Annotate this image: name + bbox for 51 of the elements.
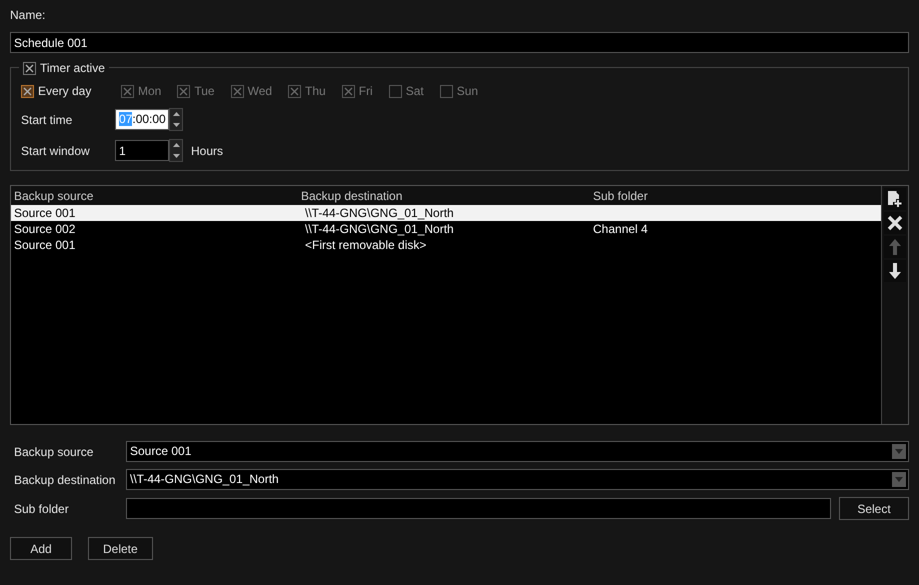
table-cell-text: \\T-44-GNG\GNG_01_North: [304, 221, 455, 238]
table-cell-text: \\T-44-GNG\GNG_01_North: [304, 205, 455, 222]
down-arrow-icon: [889, 263, 901, 279]
checkbox[interactable]: [23, 62, 36, 74]
action-button[interactable]: Add: [10, 537, 72, 560]
field-label: Start window: [21, 142, 91, 160]
checkbox-label: Sat: [406, 83, 424, 100]
add-file-icon: [887, 190, 903, 208]
table-cell-text: <First removable disk>: [304, 237, 428, 254]
table-row[interactable]: Source 001 \\T-44-GNG\GNG_01_North: [11, 205, 881, 221]
number-field[interactable]: 1: [115, 140, 169, 161]
checkbox-label: Fri: [358, 83, 373, 100]
name-label: Name:: [10, 7, 46, 24]
select-button[interactable]: Select: [839, 497, 909, 520]
add-file-button[interactable]: [884, 188, 906, 210]
table-row[interactable]: Source 001 <First removable disk>: [11, 237, 881, 253]
checkbox-label: Every day: [38, 83, 92, 100]
action-button[interactable]: Delete: [88, 537, 153, 560]
column-header: Sub folder: [592, 188, 649, 204]
down-arrow-button[interactable]: [884, 260, 906, 282]
spin-buttons[interactable]: [169, 108, 183, 131]
dropdown-field[interactable]: \\T-44-GNG\GNG_01_North: [126, 469, 909, 490]
field-label: Backup destination: [13, 472, 116, 488]
spin-buttons[interactable]: [169, 139, 183, 162]
checkbox-label: Tue: [194, 83, 215, 100]
field-label: Start time: [21, 112, 74, 128]
table-cell-text: Source 002: [13, 221, 76, 238]
delete-icon: [887, 215, 903, 231]
delete-button[interactable]: [884, 212, 906, 234]
table-row[interactable]: Source 002 \\T-44-GNG\GNG_01_North Channel 4: [11, 221, 881, 237]
time-field[interactable]: 07:00:00: [115, 109, 169, 130]
checkbox-label: Wed: [248, 83, 272, 100]
name-field[interactable]: Schedule 001: [10, 32, 909, 53]
table-cell-text: Channel 4: [592, 221, 649, 238]
caret-icon: [895, 449, 903, 454]
table-cell-text: Source 001: [13, 237, 76, 254]
dropdown-field[interactable]: Source 001: [126, 441, 909, 462]
checkbox[interactable]: [21, 84, 34, 98]
checkbox-label: Thu: [305, 83, 326, 100]
field-label: Sub folder: [13, 500, 70, 518]
checkbox-label: Sun: [456, 83, 478, 100]
text-field[interactable]: [126, 498, 831, 519]
checkbox-label: Mon: [138, 83, 162, 100]
table-cell-text: Source 001: [13, 205, 76, 222]
unit-label: Hours: [191, 142, 224, 160]
column-header: Backup destination: [301, 188, 404, 204]
caret-icon: [895, 477, 903, 482]
up-arrow-icon: [889, 239, 901, 255]
field-label: Backup source: [13, 444, 94, 460]
checkbox-label: Timer active: [40, 60, 105, 77]
column-header: Backup source: [13, 188, 94, 204]
